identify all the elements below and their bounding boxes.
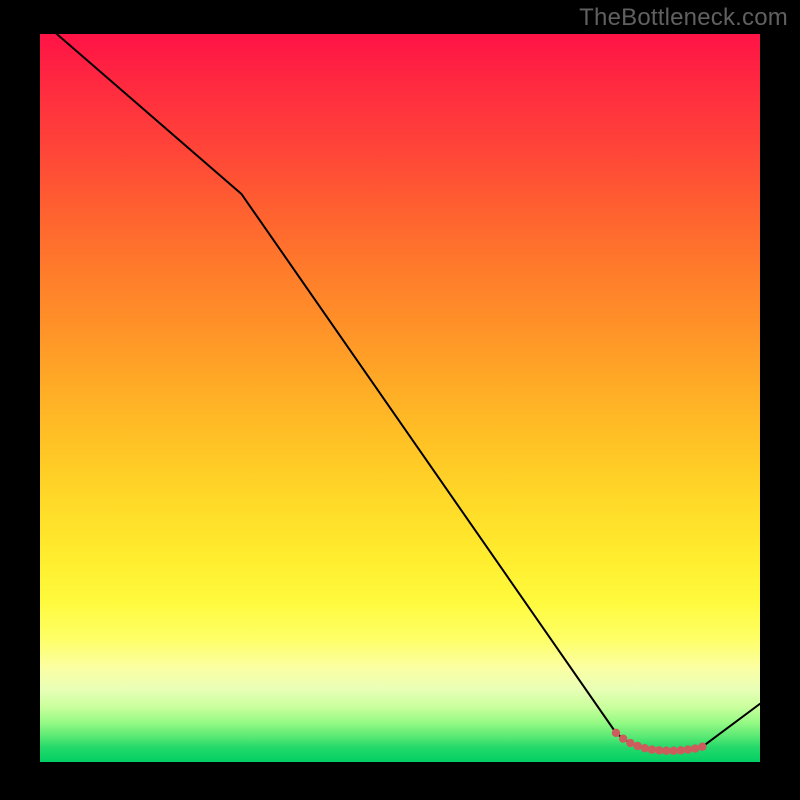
marker-point: [684, 745, 692, 753]
marker-point: [626, 739, 634, 747]
marker-point: [641, 744, 649, 752]
marker-point: [648, 745, 656, 753]
marker-point: [698, 743, 706, 751]
marker-point: [612, 729, 620, 737]
trough-markers: [612, 729, 707, 755]
chart-frame: TheBottleneck.com: [0, 0, 800, 800]
chart-overlay: [40, 34, 760, 762]
marker-point: [655, 746, 663, 754]
marker-point: [619, 735, 627, 743]
plot-area: [40, 34, 760, 762]
marker-point: [691, 744, 699, 752]
marker-point: [669, 747, 677, 755]
marker-point: [662, 747, 670, 755]
marker-point: [633, 742, 641, 750]
watermark-text: TheBottleneck.com: [579, 4, 788, 32]
marker-point: [677, 746, 685, 754]
curve-line: [40, 34, 760, 751]
